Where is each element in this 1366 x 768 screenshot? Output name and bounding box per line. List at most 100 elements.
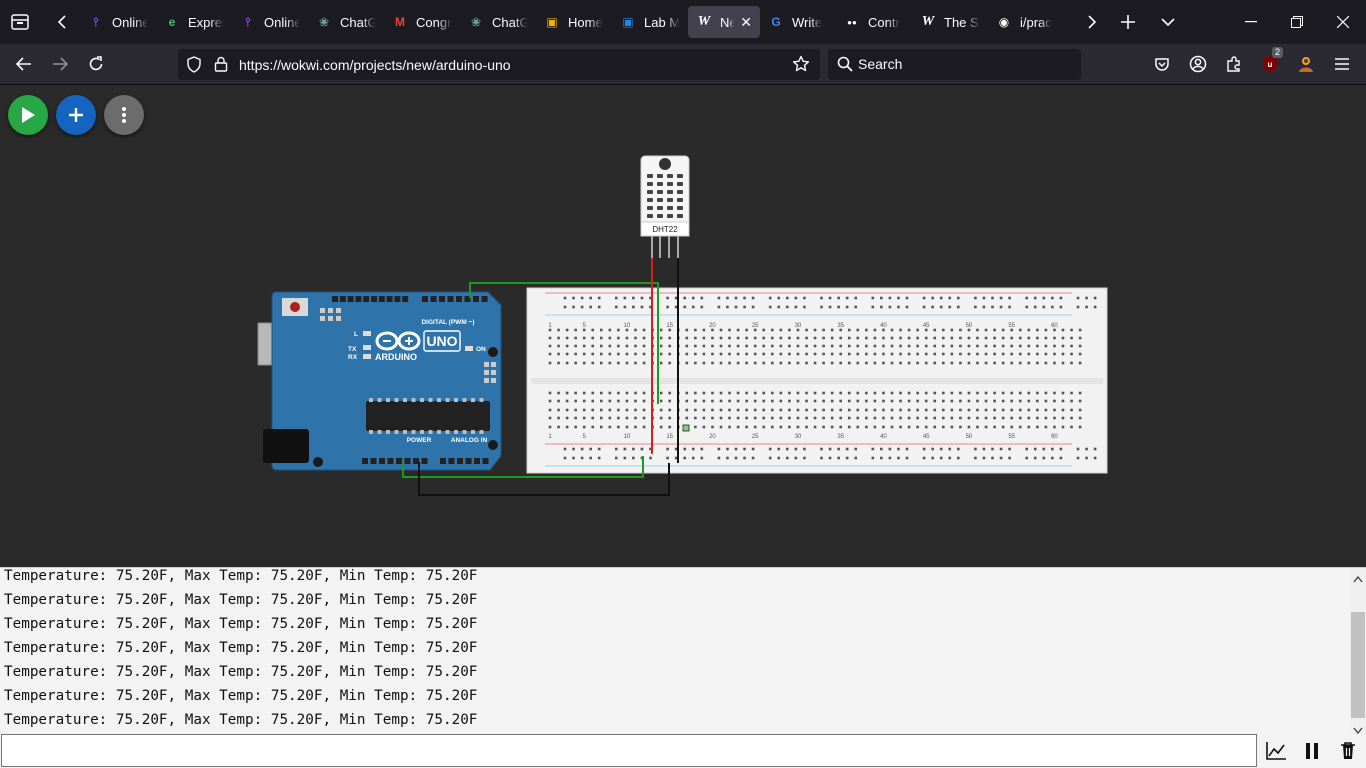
pocket-icon[interactable] — [1146, 48, 1178, 80]
plotter-button[interactable] — [1260, 736, 1292, 766]
ublock-icon[interactable]: u 2 — [1254, 47, 1286, 80]
close-tab-icon[interactable]: ✕ — [740, 14, 752, 31]
browser-tab[interactable]: G Write — [760, 6, 836, 38]
browser-tab[interactable]: ▣ Home — [536, 6, 612, 38]
express-icon: e — [168, 15, 176, 29]
breadboard-column-label: 60 — [1051, 434, 1058, 440]
tab-label: Congrats — [416, 14, 452, 30]
rx-led-label: RX — [348, 354, 358, 361]
serial-line: Temperature: 75.20F, Max Temp: 75.20F, M… — [4, 664, 478, 680]
tab-label: ChatGPT — [340, 14, 376, 30]
serial-line: Temperature: 75.20F, Max Temp: 75.20F, M… — [4, 616, 478, 632]
tab-label: i/prac — [1020, 14, 1052, 30]
tx-led-label: TX — [348, 346, 357, 353]
svg-text:u: u — [1268, 60, 1273, 69]
classroom-icon: ▣ — [622, 15, 634, 29]
browser-tab[interactable]: W The Sc — [912, 6, 988, 38]
breadboard-column-label: 45 — [923, 323, 930, 329]
serial-line: Temperature: 75.20F, Max Temp: 75.20F, M… — [4, 688, 478, 704]
tab-label: ChatGPT — [492, 14, 528, 30]
dht22-sensor[interactable]: DHT22 — [640, 155, 690, 258]
reload-icon[interactable] — [80, 48, 112, 80]
browser-tab[interactable]: M Congrats — [384, 6, 460, 38]
power-jack — [263, 429, 309, 463]
tab-label: Online — [112, 14, 148, 30]
breadboard-column-label: 35 — [837, 434, 844, 440]
tab-list: ⫯ Online e Express ⫯ Online ❀ ChatGPT M Congrats ❀… — [80, 0, 1115, 44]
minimize-icon[interactable] — [1228, 0, 1274, 44]
power-pins-label: POWER — [407, 437, 432, 444]
simulation-canvas[interactable]: 1 1 5 5 10 10 15 15 20 20 25 25 30 30 35 35 40 40 45 45 50 50… — [0, 86, 1366, 567]
browser-tab[interactable]: ●● Contr — [836, 6, 912, 38]
browser-tab[interactable]: ⫯ Online — [232, 6, 308, 38]
trash-icon — [1341, 742, 1355, 759]
navigation-toolbar: https://wokwi.com/projects/new/arduino-u… — [0, 44, 1366, 85]
board-model: UNO — [426, 333, 457, 349]
tab-label: Online — [264, 14, 300, 30]
extensions-icon[interactable] — [1218, 48, 1250, 80]
tab-label: New — [720, 14, 735, 30]
pause-icon — [1306, 743, 1318, 759]
browser-tab[interactable]: e Express — [156, 6, 232, 38]
scroll-up-icon[interactable] — [1353, 570, 1363, 588]
breadboard-column-label: 40 — [880, 434, 887, 440]
tab-scroll-left-icon[interactable] — [42, 0, 82, 44]
list-all-tabs-icon[interactable] — [1148, 0, 1188, 44]
restore-icon[interactable] — [1274, 0, 1320, 44]
serial-output: Temperature: 75.20F, Max Temp: 75.20F, M… — [4, 568, 1344, 734]
clear-button[interactable] — [1332, 736, 1364, 766]
tab-strip: ⫯ Online e Express ⫯ Online ❀ ChatGPT M Congrats ❀… — [0, 0, 1366, 44]
serial-line: Temperature: 75.20F, Max Temp: 75.20F, M… — [4, 640, 478, 656]
lock-icon[interactable] — [214, 56, 228, 75]
address-bar[interactable]: https://wokwi.com/projects/new/arduino-u… — [178, 49, 820, 80]
breadboard-column-label: 55 — [1008, 323, 1015, 329]
circuit-diagram[interactable]: 1155101015152020252530303535404045455050… — [0, 86, 1366, 567]
tab-label: Lab M — [644, 14, 680, 30]
breadboard[interactable]: 1155101015152020252530303535404045455050… — [526, 287, 1108, 474]
forward-icon[interactable] — [44, 48, 76, 80]
browser-tab[interactable]: ⫯ Online — [80, 6, 156, 38]
account-icon[interactable] — [1182, 48, 1214, 80]
search-placeholder: Search — [858, 56, 903, 72]
serial-line: Temperature: 75.20F, Max Temp: 75.20F, M… — [4, 592, 478, 608]
breadboard-column-label: 35 — [837, 323, 844, 329]
dht22-label: DHT22 — [652, 225, 678, 234]
browser-tab[interactable]: W New ✕ — [688, 6, 760, 38]
serial-input-field[interactable] — [1, 734, 1257, 767]
search-bar[interactable]: Search — [828, 49, 1081, 80]
tab-label: Contr — [868, 14, 900, 30]
close-window-icon[interactable] — [1320, 0, 1366, 44]
search-icon — [837, 56, 853, 75]
breadboard-column-label: 50 — [966, 323, 973, 329]
serial-scrollbar[interactable] — [1350, 568, 1366, 735]
extension-avatar-icon[interactable] — [1290, 48, 1322, 80]
bookmark-star-icon[interactable] — [792, 55, 810, 76]
firefox-view-icon[interactable] — [0, 0, 40, 44]
purple-logo-icon: ⫯ — [93, 14, 99, 29]
breadboard-column-label: 60 — [1051, 323, 1058, 329]
new-tab-icon[interactable] — [1108, 0, 1148, 44]
browser-tab[interactable]: ▣ Lab M — [612, 6, 688, 38]
back-icon[interactable] — [8, 48, 40, 80]
browser-tab[interactable]: ❀ ChatGPT — [308, 6, 384, 38]
tracking-protection-icon[interactable] — [186, 56, 202, 76]
l-led-label: L — [354, 331, 358, 338]
tab-scroll-right-icon[interactable] — [1072, 0, 1112, 44]
browser-tab[interactable]: ❀ ChatGPT — [460, 6, 536, 38]
breadboard-column-label: 20 — [709, 323, 716, 329]
scroll-thumb[interactable] — [1351, 612, 1365, 718]
medium-icon: ●● — [847, 17, 857, 27]
arduino-uno-board[interactable]: UNO ARDUINO DIGITAL (PWM ~) POWER ANALOG… — [257, 291, 502, 471]
breadboard-column-label: 25 — [752, 323, 759, 329]
url-text[interactable]: https://wokwi.com/projects/new/arduino-u… — [239, 57, 511, 73]
app-menu-icon[interactable] — [1326, 48, 1358, 80]
classroom-icon: ▣ — [546, 15, 558, 29]
purple-logo-icon: ⫯ — [245, 14, 251, 29]
digital-pins-label: DIGITAL (PWM ~) — [421, 319, 474, 326]
browser-tab[interactable]: ◉ i/prac — [988, 6, 1064, 38]
pause-button[interactable] — [1296, 736, 1328, 766]
chatgpt-icon: ❀ — [318, 15, 330, 29]
extension-badge: 2 — [1272, 47, 1284, 58]
breadboard-column-label: 10 — [624, 434, 631, 440]
atmega-chip — [366, 401, 490, 431]
